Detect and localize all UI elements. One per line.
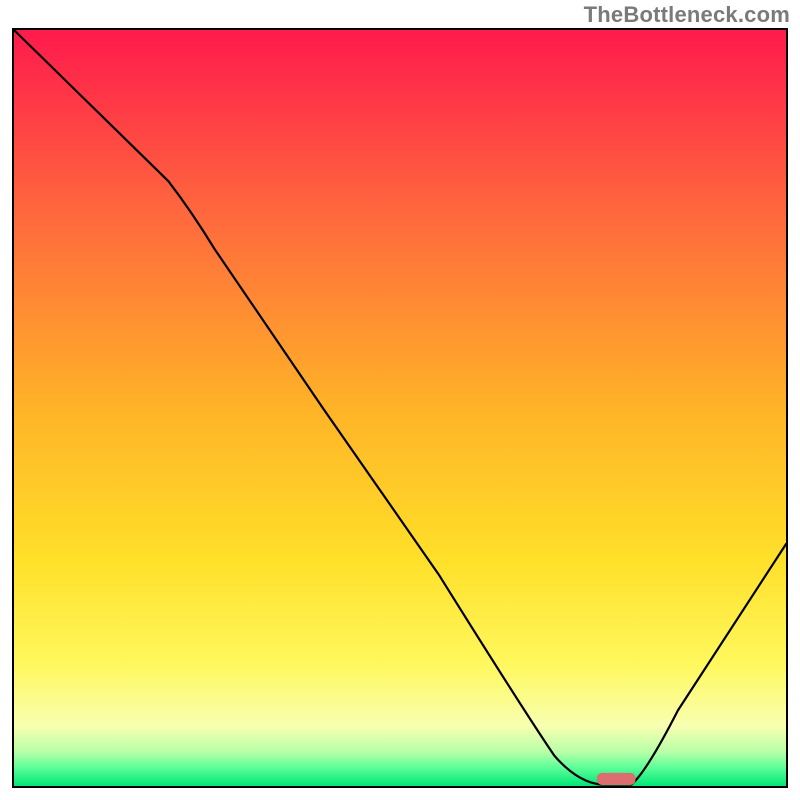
chart-frame xyxy=(12,28,788,788)
chart-stage: TheBottleneck.com xyxy=(0,0,800,800)
watermark-text: TheBottleneck.com xyxy=(584,2,790,28)
optimal-marker xyxy=(597,773,636,785)
chart-svg xyxy=(14,30,786,786)
